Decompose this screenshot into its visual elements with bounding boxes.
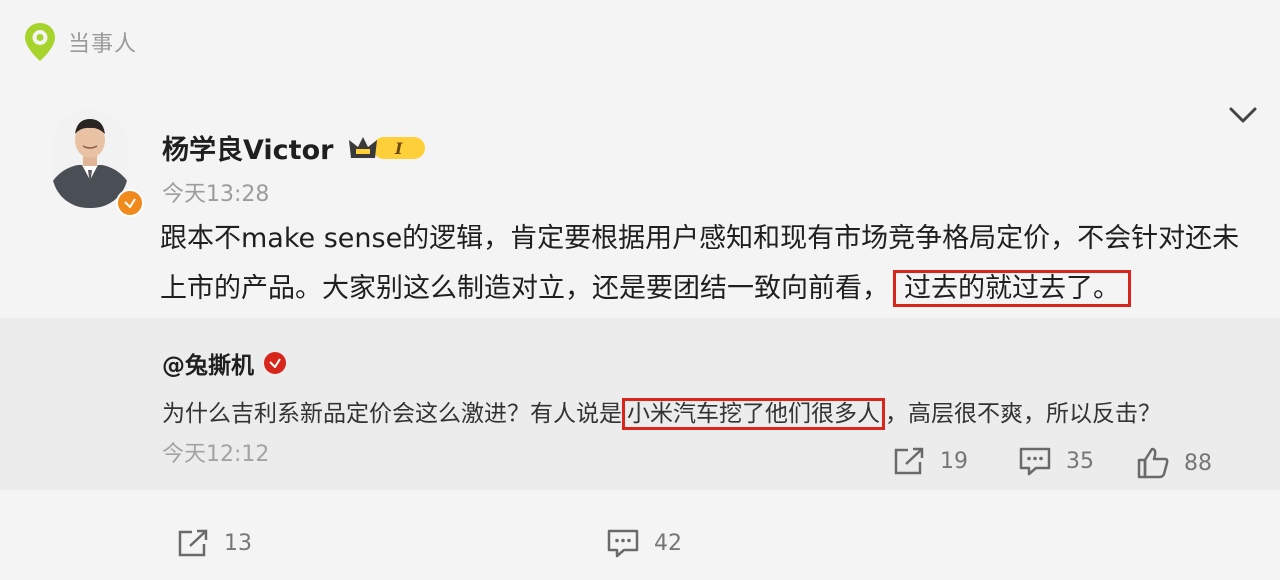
quote-share-count: 19 bbox=[940, 448, 968, 474]
share-icon bbox=[178, 529, 208, 557]
quote-text-before: 为什么吉利系新品定价会这么激进？有人说是 bbox=[162, 401, 622, 427]
quote-author-row: @兔撕机 bbox=[162, 346, 286, 380]
brand-name: 当事人 bbox=[68, 32, 138, 57]
thumbs-up-icon bbox=[1137, 447, 1169, 479]
post-text: 跟本不make sense的逻辑，肯定要根据用户感知和现有市场竞争格局定价，不会… bbox=[160, 214, 1260, 314]
share-count: 13 bbox=[224, 530, 252, 556]
vip-level: I bbox=[394, 139, 403, 158]
quote-comment-button[interactable]: 35 bbox=[1018, 446, 1094, 476]
post-text-highlight: 过去的就过去了。 bbox=[893, 270, 1131, 307]
quote-text: 为什么吉利系新品定价会这么激进？有人说是 小米汽车挖了他们很多人 ，高层很不爽，所以… bbox=[162, 394, 1161, 434]
quote-like-button[interactable]: 88 bbox=[1136, 446, 1212, 480]
brand: 当事人 bbox=[24, 22, 137, 62]
quote-like-count: 88 bbox=[1184, 450, 1212, 476]
comment-button[interactable]: 42 bbox=[606, 528, 682, 558]
quote-comment-count: 35 bbox=[1066, 448, 1094, 474]
avatar[interactable] bbox=[52, 110, 128, 208]
quote-text-after: ，高层很不爽，所以反击？ bbox=[885, 401, 1161, 427]
author-name[interactable]: 杨学良Victor bbox=[162, 128, 333, 167]
quote-text-highlight: 小米汽车挖了他们很多人 bbox=[622, 398, 885, 430]
chevron-down-icon[interactable] bbox=[1226, 102, 1260, 128]
location-pin-icon bbox=[25, 23, 55, 61]
quote-verified-icon bbox=[264, 352, 286, 374]
author-row: 杨学良Victor I bbox=[162, 128, 427, 167]
comment-icon bbox=[607, 529, 639, 558]
quote-author[interactable]: @兔撕机 bbox=[162, 346, 254, 380]
verified-badge-icon bbox=[116, 189, 144, 217]
quote-time: 今天12:12 bbox=[162, 442, 270, 467]
comment-icon bbox=[1019, 447, 1051, 476]
quote-share-button[interactable]: 19 bbox=[892, 446, 968, 476]
comment-count: 42 bbox=[654, 530, 682, 556]
weibo-post-screenshot: 当事人 杨学良Victor I 今天13:28 跟本不make sense的逻辑… bbox=[0, 0, 1280, 580]
vip-crown-icon[interactable]: I bbox=[347, 131, 427, 165]
share-icon bbox=[894, 447, 924, 475]
share-button[interactable]: 13 bbox=[176, 528, 252, 558]
post-time: 今天13:28 bbox=[162, 182, 270, 207]
